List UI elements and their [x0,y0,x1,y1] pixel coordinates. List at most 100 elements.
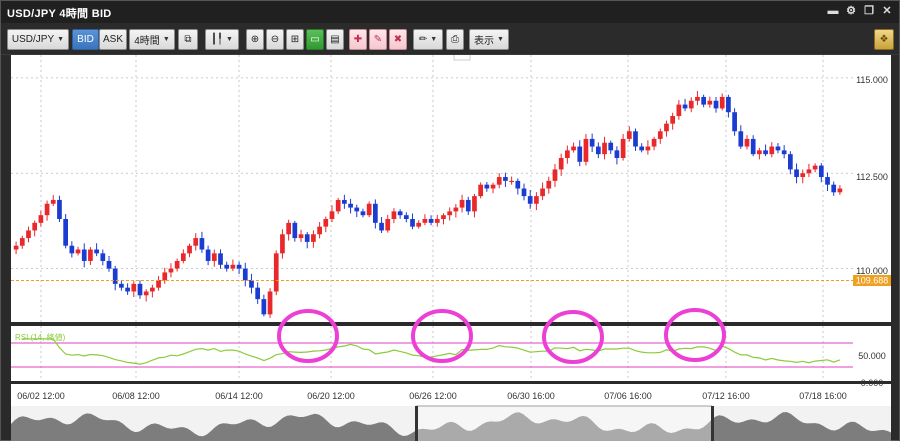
rsi-axis-label: 50.000 [858,351,886,361]
candle-body [218,253,223,265]
settings-panel-button[interactable]: ❖ [874,29,894,50]
candle-body [211,253,217,261]
candle-body [280,234,285,254]
candle-body [335,199,341,212]
price-label-115: 115.000 [856,75,888,85]
candle-body [639,146,645,151]
navigator-window[interactable] [415,405,713,441]
time-label: 07/12 16:00 [702,391,750,401]
timeframe-select[interactable]: 4時間 ▼ [129,29,175,50]
bid-button[interactable]: BID [72,29,99,50]
candle-body [236,264,242,269]
candle-body [298,234,304,239]
candle-body [707,100,713,105]
candle-body [434,219,440,223]
grid-icon: ⊞ [290,33,300,45]
grid-button[interactable]: ⊞ [286,29,304,50]
ask-button[interactable]: ASK [99,29,127,50]
candle-body [360,211,366,216]
candle-body [69,245,75,254]
main-plot-bg [11,55,853,322]
indicator-add-button[interactable]: ✚ [349,29,367,50]
candle-body [100,253,106,261]
candle-body [379,222,384,231]
link-button[interactable]: ⧉ [178,29,198,50]
close-icon[interactable]: ✕ [881,4,893,18]
minimize-icon[interactable]: ▬ [827,4,839,18]
panel-button[interactable]: ▤ [326,29,344,50]
candle-body [447,211,453,216]
candle-body [168,268,174,273]
screenshot-icon: ⎙ [451,33,459,45]
candle-body [781,150,787,155]
candle-body [657,131,663,139]
candle-body [205,249,211,261]
candle-body [385,219,391,231]
candlestick-icon: ┃╿ [211,33,224,45]
gear-icon[interactable]: ⚙ [845,4,857,18]
candle-body [428,219,434,223]
candle-body [818,165,824,178]
chevron-down-icon: ▼ [162,36,170,43]
candle-body [311,234,316,242]
candle-body [255,287,261,300]
time-label: 06/14 12:00 [215,391,263,401]
screenshot-button[interactable]: ⎙ [446,29,464,50]
time-label: 06/02 12:00 [17,391,65,401]
symbol-value: USD/JPY [11,34,55,45]
chart-area[interactable]: 109.688 115.000 112.500 110.000 RSI (14,… [11,53,891,441]
candle-body [453,207,459,212]
title-bar: USD/JPY 4時間 BID ▬ ⚙ ❐ ✕ [1,1,899,23]
candle-body [763,150,768,155]
candle-body [50,199,56,204]
candle-body [701,96,706,105]
candle-body [750,138,756,155]
zoom-out-button[interactable]: ⊖ [266,29,284,50]
candle-body [577,146,583,162]
candle-body [465,199,471,212]
chart-svg[interactable]: 109.688 115.000 112.500 110.000 RSI (14,… [11,53,891,441]
candle-body [273,253,279,292]
candle-body [75,249,81,254]
candle-body [800,173,806,178]
navigator-handle-left[interactable] [415,406,418,441]
candle-body [626,131,632,139]
candle-body [329,211,335,220]
candle-body [645,146,651,151]
pane-resize-handle[interactable] [453,53,471,61]
candle-body [180,253,186,261]
candle-body [354,207,360,212]
display-menu-button[interactable]: 表示 ▼ [469,29,509,50]
navigator-handle-right[interactable] [711,406,714,441]
candle-body [651,138,657,147]
indicator-remove-button[interactable]: ✖ [389,29,407,50]
indicator-edit-button[interactable]: ✎ [369,29,387,50]
pencil-icon: ✏ [418,33,428,45]
candle-body [478,184,484,197]
current-price-label: 109.688 [856,276,889,286]
layout-button[interactable]: ▭ [306,29,324,50]
time-label: 06/08 12:00 [112,391,160,401]
restore-icon[interactable]: ❐ [863,4,875,18]
candle-body [713,100,719,109]
candle-body [546,180,552,189]
display-menu-label: 表示 [474,36,495,47]
candle-body [614,150,620,158]
symbol-select[interactable]: USD/JPY ▼ [7,29,69,50]
candle-body [608,142,614,151]
time-label: 07/06 16:00 [604,391,652,401]
candle-body [726,96,731,113]
candle-body [527,196,533,204]
zoom-in-button[interactable]: ⊕ [246,29,264,50]
candle-body [515,180,521,189]
toolbar: USD/JPY ▼ BID ASK 4時間 ▼ ⧉ ┃╿ ▼ ⊕ ⊖ ⊞ ▭ ▤… [1,23,899,55]
draw-tool-select[interactable]: ✏ ▼ [413,29,443,50]
candle-body [391,211,397,220]
candle-body [143,291,149,296]
candle-body [676,104,682,117]
window-title: USD/JPY 4時間 BID [7,8,112,20]
chart-type-select[interactable]: ┃╿ ▼ [205,29,239,50]
candle-body [620,138,626,158]
candle-body [571,146,576,151]
candle-body [94,249,99,254]
